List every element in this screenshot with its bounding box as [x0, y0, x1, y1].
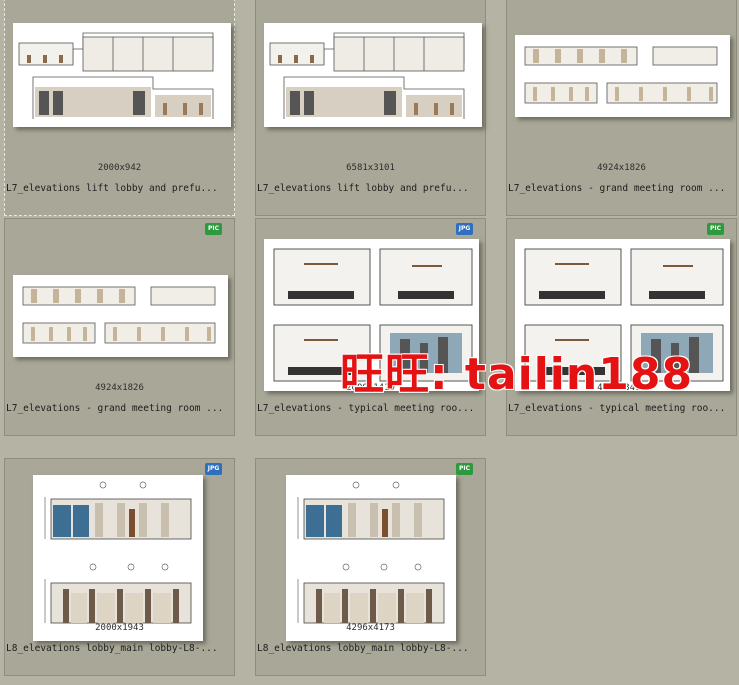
elevation-drawing-icon — [269, 32, 465, 119]
file-tile-2[interactable]: 6581x3101 L7_elevations lift lobby and p… — [255, 0, 486, 216]
elevation-drawing-icon — [297, 481, 445, 624]
elevation-drawing-icon — [524, 248, 724, 382]
elevation-drawing-icon — [18, 32, 214, 119]
file-name: L7_elevations - grand meeting room ... — [6, 403, 224, 414]
file-name: L8_elevations lobby_main lobby-L8-... — [257, 643, 469, 654]
image-dimensions: 4909x3462 — [597, 383, 646, 393]
thumbnail — [5, 0, 236, 159]
elevation-drawing-icon — [273, 248, 473, 382]
elevation-drawing-icon — [44, 481, 192, 624]
thumbnail — [256, 0, 487, 159]
file-tile-8[interactable]: PIC 4296x4173 L8_elevations lobby_main l… — [255, 458, 486, 676]
file-tile-3[interactable]: 4924x1826 L7_elevations - grand meeting … — [506, 0, 737, 216]
image-dimensions: 4924x1826 — [597, 163, 646, 173]
thumbnail — [507, 219, 738, 391]
elevation-drawing-icon — [524, 46, 718, 104]
image-dimensions: 4296x4173 — [346, 623, 395, 633]
file-tile-4[interactable]: PIC 4924x1826 L7_elevations - grand meet… — [4, 218, 235, 436]
file-name: L7_elevations lift lobby and prefu... — [6, 183, 218, 194]
image-dimensions: 2000x942 — [97, 163, 142, 173]
file-name: L7_elevations - typical meeting roo... — [508, 403, 726, 414]
image-dimensions: 2000x1943 — [95, 623, 144, 633]
thumbnail — [507, 0, 738, 159]
thumbnail — [5, 219, 236, 379]
file-name: L8_elevations lobby_main lobby-L8-... — [6, 643, 218, 654]
file-name: L7_elevations - typical meeting roo... — [257, 403, 475, 414]
thumbnail — [5, 459, 236, 641]
image-dimensions: 6581x3101 — [346, 163, 395, 173]
image-dimensions: 2000x1410 — [346, 383, 395, 393]
file-tile-6[interactable]: PIC 4909x3462 L7_elevations - typical me… — [506, 218, 737, 436]
elevation-drawing-icon — [22, 286, 216, 344]
thumbnail — [256, 219, 487, 391]
image-dimensions: 4924x1826 — [95, 383, 144, 393]
file-tile-1[interactable]: 2000x942 L7_elevations lift lobby and pr… — [4, 0, 235, 216]
file-tile-7[interactable]: JPG 2000x1943 L8_elevations lobby_main l… — [4, 458, 235, 676]
thumbnail — [256, 459, 487, 641]
file-tile-5[interactable]: JPG 2000x1410 L7_elevations - typical me… — [255, 218, 486, 436]
file-name: L7_elevations - grand meeting room ... — [508, 183, 726, 194]
file-name: L7_elevations lift lobby and prefu... — [257, 183, 469, 194]
